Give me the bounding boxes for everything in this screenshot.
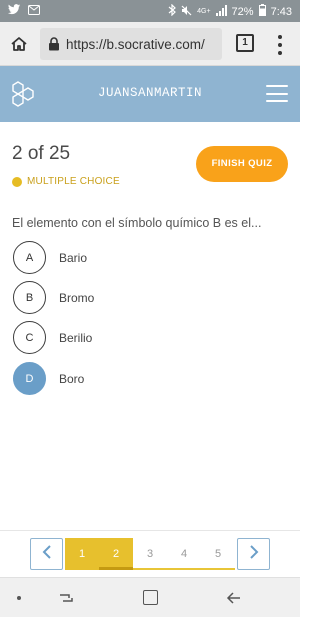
mail-icon [28,4,40,18]
page-number-3[interactable]: 3 [133,538,167,570]
answer-option-b[interactable]: B Bromo [13,281,253,314]
nav-dot-icon[interactable] [17,596,21,600]
answer-letter: A [13,241,46,274]
question-type-label: MULTIPLE CHOICE [27,176,120,187]
chevron-left-icon [41,544,53,565]
question-type: MULTIPLE CHOICE [12,176,120,187]
page-number-2[interactable]: 2 [99,538,133,570]
network-label: 4G+ [197,8,211,15]
clock: 7:43 [270,5,292,18]
page-number-5[interactable]: 5 [201,538,235,570]
browser-toolbar: https://b.socrative.com/ 1 [0,22,300,66]
page-number-1[interactable]: 1 [65,538,99,570]
answer-text: Bromo [59,290,95,305]
answer-option-a[interactable]: A Bario [13,241,253,274]
answer-option-d[interactable]: D Boro [13,362,253,395]
status-bar: 4G+ 72% 7:43 [0,0,300,22]
recent-apps-icon[interactable] [58,590,74,606]
bluetooth-icon [168,3,176,19]
answer-letter: C [13,321,46,354]
chevron-right-icon [248,544,260,565]
app-header: JUANSANMARTIN [0,66,300,122]
question-text: El elemento con el símbolo químico B es … [12,216,262,230]
back-arrow-icon[interactable] [226,590,242,606]
answer-letter: B [13,281,46,314]
lock-icon [48,37,60,51]
answer-text: Boro [59,371,85,386]
twitter-icon [8,4,20,18]
previous-question-button[interactable] [30,538,63,570]
home-icon[interactable] [6,31,32,57]
overflow-menu-icon[interactable] [276,35,284,55]
question-type-dot-icon [12,176,22,187]
answer-option-c[interactable]: C Berilio [13,321,253,354]
battery-icon [258,4,266,19]
home-nav-icon[interactable] [143,590,158,605]
tab-switcher-button[interactable]: 1 [236,34,254,52]
signal-icon [215,4,227,19]
finish-quiz-button[interactable]: FINISH QUIZ [196,146,288,182]
question-progress: 2 of 25 [12,143,71,164]
hamburger-menu-icon[interactable] [266,85,288,102]
page-number-4[interactable]: 4 [167,538,201,570]
student-name: JUANSANMARTIN [97,86,203,100]
android-navigation-bar [0,577,300,617]
answer-text: Bario [59,250,88,265]
question-pagination: 1 2 3 4 5 [0,530,300,576]
battery-percent: 72% [231,5,254,18]
answer-letter: D [13,362,46,395]
url-text: https://b.socrative.com/ [66,36,205,52]
next-question-button[interactable] [237,538,270,570]
url-bar[interactable]: https://b.socrative.com/ [40,28,222,60]
answer-text: Berilio [59,330,93,345]
mute-icon [181,5,192,19]
